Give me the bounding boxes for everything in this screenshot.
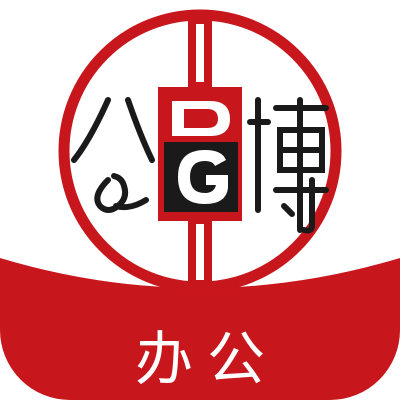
- app-icon[interactable]: 办公: [0, 0, 400, 400]
- app-label: 办公: [134, 325, 279, 393]
